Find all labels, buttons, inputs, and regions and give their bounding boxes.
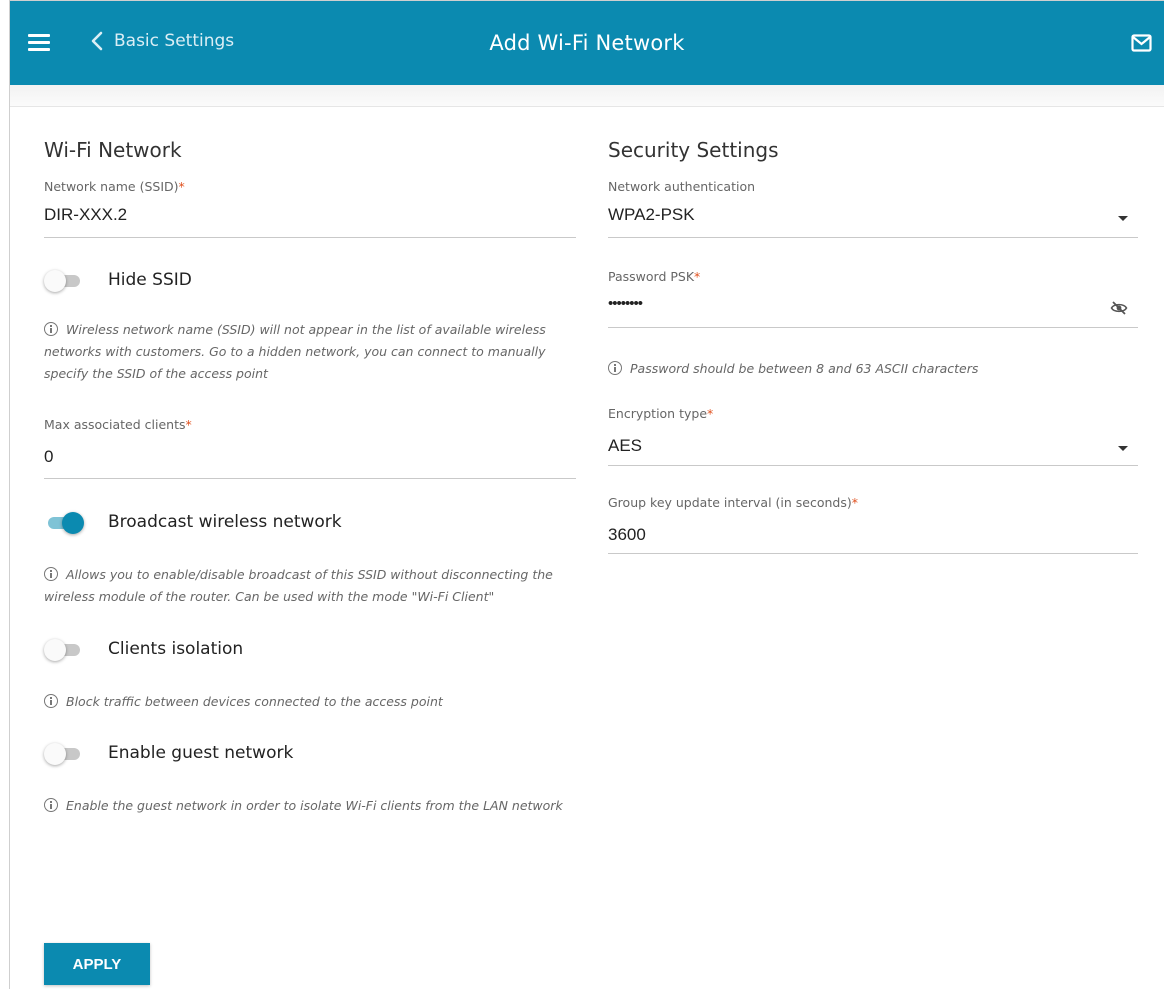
ssid-label: Network name (SSID) [44,179,179,194]
hide-ssid-toggle-row[interactable]: Hide SSID [44,270,192,292]
info-icon [44,694,58,708]
broadcast-toggle[interactable] [44,512,84,534]
group-key-interval-value[interactable]: 3600 [608,525,646,545]
isolation-label: Clients isolation [108,639,244,659]
guest-toggle[interactable] [44,743,82,765]
ssid-field[interactable]: Network name (SSID)* DIR-XXX.2 [44,179,576,239]
psk-underline [608,327,1138,328]
encryption-label: Encryption type [608,406,708,421]
required-mark: * [178,179,185,194]
group-key-interval-underline [608,553,1138,554]
info-icon [608,361,622,375]
ssid-underline [44,237,576,238]
hide-ssid-hint: Wireless network name (SSID) will not ap… [44,322,546,381]
info-icon [44,322,58,336]
dropdown-arrow-icon[interactable] [1118,216,1128,221]
required-mark: * [185,417,192,432]
header-shadow [10,85,1164,107]
isolation-hint: Block traffic between devices connected … [44,691,574,713]
top-bar: Basic Settings Add Wi-Fi Network [10,1,1164,85]
psk-label: Password PSK [608,269,695,284]
guest-label: Enable guest network [108,743,294,763]
isolation-toggle[interactable] [44,639,82,661]
group-key-interval-label: Group key update interval (in seconds) [608,495,852,510]
isolation-toggle-row[interactable]: Clients isolation [44,639,244,661]
required-mark: * [851,495,858,510]
apply-button[interactable]: APPLY [44,943,150,985]
psk-field[interactable]: Password PSK* •••••••• [608,269,1138,329]
psk-value[interactable]: •••••••• [608,295,643,312]
encryption-underline [608,465,1138,466]
psk-hint: Password should be between 8 and 63 ASCI… [608,358,1138,380]
auth-value[interactable]: WPA2-PSK [608,205,695,225]
guest-hint: Enable the guest network in order to iso… [44,795,564,817]
page-title: Add Wi-Fi Network [489,31,685,55]
encryption-select[interactable]: Encryption type* AES [608,406,1138,466]
security-section-title: Security Settings [608,138,779,162]
ssid-value[interactable]: DIR-XXX.2 [44,205,127,225]
hide-ssid-label: Hide SSID [108,270,192,290]
mail-icon[interactable] [1131,34,1152,52]
guest-toggle-row[interactable]: Enable guest network [44,743,294,765]
required-mark: * [707,406,714,421]
broadcast-hint: Allows you to enable/disable broadcast o… [44,567,553,604]
group-key-interval-field[interactable]: Group key update interval (in seconds)* … [608,495,1138,555]
info-icon [44,798,58,812]
encryption-value[interactable]: AES [608,436,642,456]
dropdown-arrow-icon[interactable] [1118,446,1128,451]
max-clients-label: Max associated clients [44,417,186,432]
info-icon [44,567,58,581]
max-clients-underline [44,478,576,479]
app-frame: Basic Settings Add Wi-Fi Network Wi-Fi N… [9,0,1164,989]
auth-select[interactable]: Network authentication WPA2-PSK [608,179,1138,239]
broadcast-toggle-row[interactable]: Broadcast wireless network [44,512,342,534]
auth-label: Network authentication [608,179,756,194]
max-clients-value[interactable]: 0 [44,447,53,467]
auth-underline [608,237,1138,238]
wifi-section-title: Wi-Fi Network [44,138,182,162]
hide-ssid-toggle[interactable] [44,270,82,292]
max-clients-field[interactable]: Max associated clients* 0 [44,417,576,479]
required-mark: * [694,269,701,284]
broadcast-label: Broadcast wireless network [108,512,342,532]
eye-off-icon[interactable] [1110,301,1128,315]
